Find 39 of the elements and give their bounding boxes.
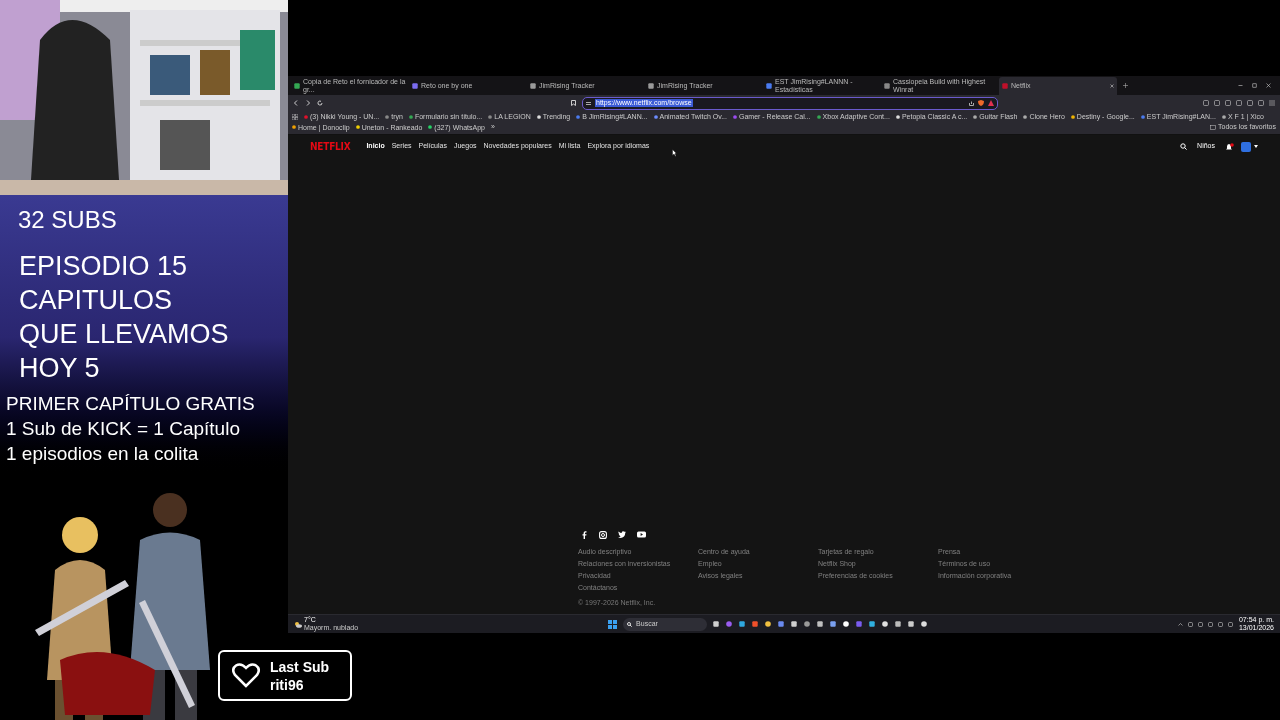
share-icon[interactable] [969,100,974,106]
caret-icon[interactable] [1254,145,1258,148]
minimize-icon[interactable] [1238,83,1243,88]
site-settings-icon[interactable] [586,100,591,106]
last-sub-name: riti96 [270,675,305,694]
subs-counter: 32 SUBS [17,205,118,235]
last-sub-label: Last Sub [270,657,330,676]
profile-avatar[interactable] [1241,141,1251,152]
episode-text: CAPITULOS [19,284,174,317]
triangle-icon[interactable] [988,100,994,106]
close-icon[interactable] [1266,83,1271,88]
apps-grid-icon[interactable] [292,113,298,120]
reload-icon[interactable] [317,100,323,106]
netflix-logo[interactable]: NETFLIX [310,138,351,155]
forward-icon[interactable] [305,100,311,106]
bell-icon[interactable] [1225,142,1234,151]
facebook-icon[interactable] [582,530,588,539]
search-icon [627,621,633,627]
info-text: 1 episodios en la colita [6,442,200,466]
episode-text: EPISODIO 15 [19,250,189,283]
twitter-icon[interactable] [618,531,626,538]
folder-icon [1210,124,1216,130]
new-tab-icon[interactable] [1123,83,1128,88]
instagram-icon[interactable] [599,530,607,539]
bookmark-icon[interactable] [571,100,576,106]
restore-icon[interactable] [1252,83,1257,88]
info-text: PRIMER CAPÍTULO GRATIS [6,392,256,416]
back-icon[interactable] [293,100,299,106]
mouse-pointer-icon [672,148,677,157]
episode-text: QUE LLEVAMOS [19,318,230,351]
close-icon[interactable] [1110,83,1114,88]
info-text: 1 Sub de KICK = 1 Capítulo [6,417,241,441]
search-icon[interactable] [1180,143,1188,150]
chevron-icon[interactable] [1177,621,1183,627]
heart-icon [232,663,260,688]
start-icon[interactable] [608,619,618,629]
weather-icon [294,620,302,628]
episode-text: HOY 5 [19,352,101,385]
youtube-icon[interactable] [637,531,646,538]
